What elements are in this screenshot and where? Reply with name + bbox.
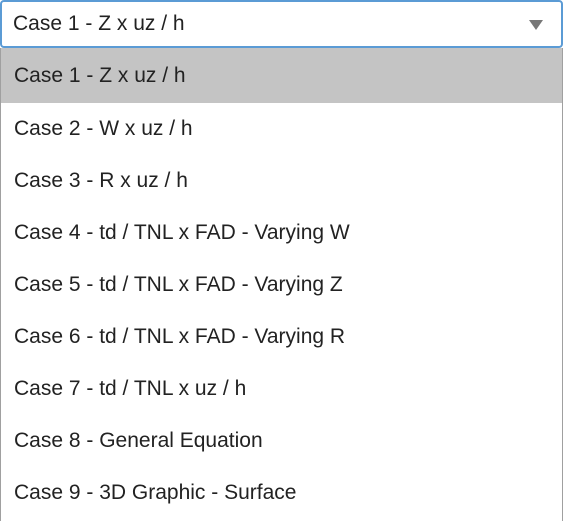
- case-option-1[interactable]: Case 1 - Z x uz / h: [1, 48, 562, 103]
- case-option-8[interactable]: Case 8 - General Equation: [1, 415, 562, 467]
- case-option-5[interactable]: Case 5 - td / TNL x FAD - Varying Z: [1, 259, 562, 311]
- case-option-9[interactable]: Case 9 - 3D Graphic - Surface: [1, 467, 562, 519]
- case-select-box[interactable]: Case 1 - Z x uz / h: [0, 0, 563, 48]
- case-dropdown[interactable]: Case 1 - Z x uz / h Case 1 - Z x uz / h …: [0, 0, 563, 521]
- case-option-4[interactable]: Case 4 - td / TNL x FAD - Varying W: [1, 207, 562, 259]
- chevron-down-icon[interactable]: [529, 20, 543, 30]
- case-options-list: Case 1 - Z x uz / h Case 2 - W x uz / h …: [0, 48, 563, 521]
- case-option-6[interactable]: Case 6 - td / TNL x FAD - Varying R: [1, 311, 562, 363]
- selected-case-value: Case 1 - Z x uz / h: [13, 12, 185, 35]
- case-option-2[interactable]: Case 2 - W x uz / h: [1, 103, 562, 155]
- case-option-3[interactable]: Case 3 - R x uz / h: [1, 155, 562, 207]
- case-option-7[interactable]: Case 7 - td / TNL x uz / h: [1, 363, 562, 415]
